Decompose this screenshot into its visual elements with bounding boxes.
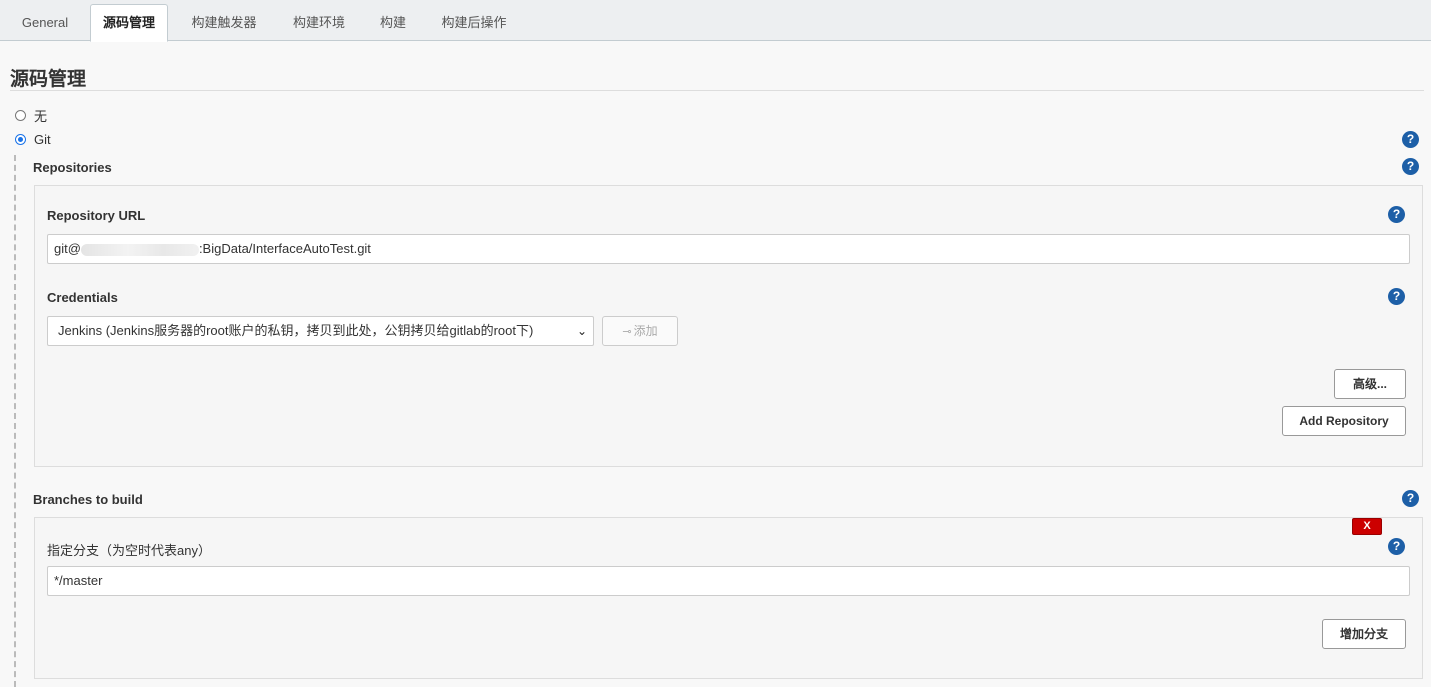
scm-option-git[interactable]: Git xyxy=(15,132,51,147)
help-icon[interactable]: ? xyxy=(1388,538,1405,555)
tab-source-code-management[interactable]: 源码管理 xyxy=(90,4,168,42)
tab-bar: General 源码管理 构建触发器 构建环境 构建 构建后操作 xyxy=(0,0,1431,42)
add-repository-button[interactable]: Add Repository xyxy=(1282,406,1406,436)
add-credentials-button[interactable]: ⊸ 添加 xyxy=(602,316,678,346)
chevron-down-icon: ⌄ xyxy=(576,324,587,338)
redacted-host xyxy=(80,243,199,256)
key-icon: ⊸ xyxy=(622,326,632,338)
help-icon[interactable]: ? xyxy=(1388,288,1405,305)
radio-none[interactable] xyxy=(15,110,26,121)
nested-indent-line xyxy=(14,155,16,687)
branches-title: Branches to build xyxy=(33,492,143,507)
credentials-label: Credentials xyxy=(47,290,118,305)
repository-url-input[interactable]: git@ :BigData/InterfaceAutoTest.git xyxy=(47,234,1410,264)
repository-url-prefix: git@ xyxy=(54,241,81,256)
section-title: 源码管理 xyxy=(10,69,87,90)
add-branch-button[interactable]: 增加分支 xyxy=(1322,619,1406,649)
delete-branch-button[interactable]: X xyxy=(1352,518,1382,535)
tab-build-environment[interactable]: 构建环境 xyxy=(280,4,358,41)
scm-option-none[interactable]: 无 xyxy=(15,106,47,125)
help-icon[interactable]: ? xyxy=(1402,158,1419,175)
branch-panel xyxy=(34,517,1423,679)
repository-url-suffix: :BigData/InterfaceAutoTest.git xyxy=(198,241,371,256)
add-credentials-label: 添加 xyxy=(633,324,658,338)
tab-build-triggers[interactable]: 构建触发器 xyxy=(178,4,270,41)
advanced-button[interactable]: 高级... xyxy=(1334,369,1406,399)
repositories-title: Repositories xyxy=(33,160,112,175)
help-icon[interactable]: ? xyxy=(1402,490,1419,507)
credentials-select[interactable]: Jenkins (Jenkins服务器的root账户的私钥，拷贝到此处，公钥拷贝… xyxy=(47,316,594,346)
tab-post-build-actions[interactable]: 构建后操作 xyxy=(428,4,520,41)
scm-option-none-label: 无 xyxy=(34,109,48,124)
radio-git[interactable] xyxy=(15,134,26,145)
section-divider xyxy=(10,90,1424,91)
help-icon[interactable]: ? xyxy=(1402,131,1419,148)
tab-general[interactable]: General xyxy=(9,4,81,41)
credentials-selected-value: Jenkins (Jenkins服务器的root账户的私钥，拷贝到此处，公钥拷贝… xyxy=(58,323,534,338)
branch-specifier-label: 指定分支（为空时代表any） xyxy=(47,543,211,558)
branch-specifier-input[interactable]: */master xyxy=(47,566,1410,596)
tab-build[interactable]: 构建 xyxy=(368,4,418,41)
scm-option-git-label: Git xyxy=(34,132,51,147)
repository-url-label: Repository URL xyxy=(47,208,146,223)
help-icon[interactable]: ? xyxy=(1388,206,1405,223)
